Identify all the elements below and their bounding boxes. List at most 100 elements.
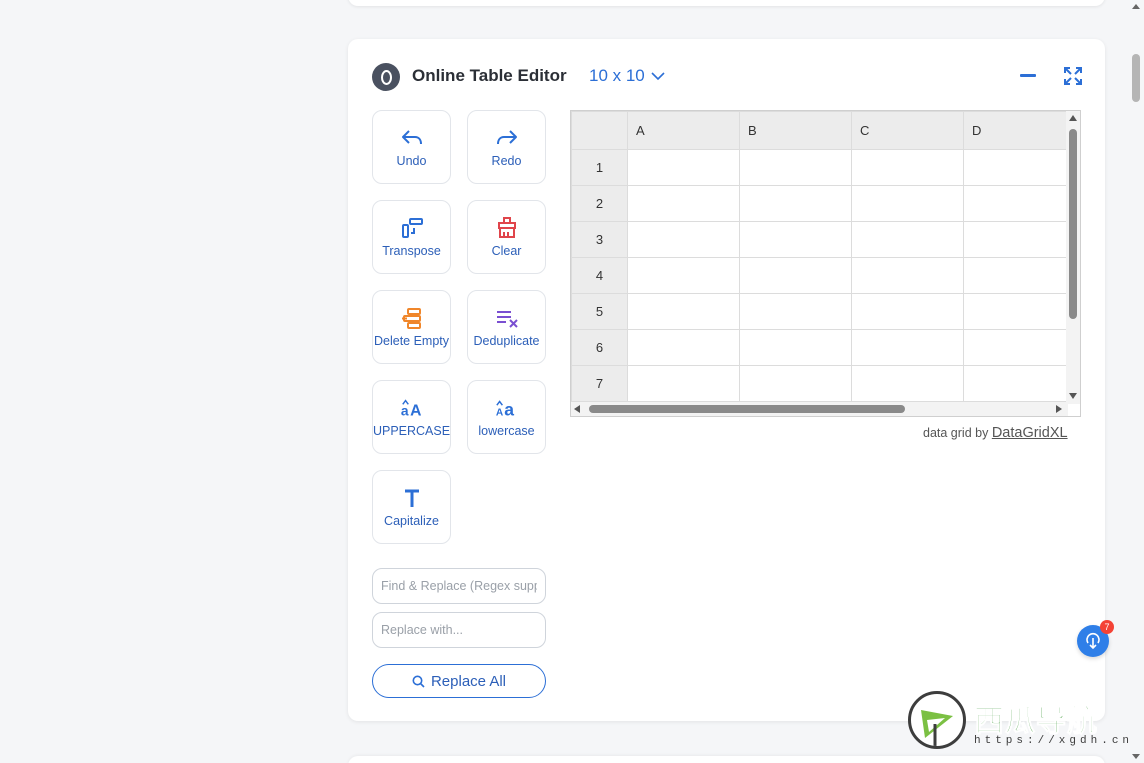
lowercase-icon: Aa <box>495 396 519 420</box>
row-header[interactable]: 7 <box>571 365 628 402</box>
grid-cell[interactable] <box>963 149 1076 186</box>
table-row: 4 <box>571 257 1076 294</box>
fullscreen-icon[interactable] <box>1064 67 1082 85</box>
column-header-d[interactable]: D <box>963 111 1076 150</box>
scroll-up-arrow-icon[interactable] <box>1069 115 1077 121</box>
svg-text:a: a <box>504 399 514 419</box>
uppercase-button[interactable]: aA UPPERCASE <box>372 380 451 454</box>
grid-cell[interactable] <box>963 185 1076 222</box>
next-card <box>348 756 1105 763</box>
grid-vertical-scrollbar[interactable] <box>1066 111 1080 404</box>
grid-horizontal-scroll-thumb[interactable] <box>589 405 905 413</box>
clear-button[interactable]: Clear <box>467 200 546 274</box>
grid-cell[interactable] <box>627 185 740 222</box>
grid-cell[interactable] <box>627 257 740 294</box>
deduplicate-label: Deduplicate <box>473 334 540 348</box>
scroll-right-arrow-icon[interactable] <box>1056 405 1062 413</box>
table-row: 3 <box>571 221 1076 258</box>
scroll-left-arrow-icon[interactable] <box>574 405 580 413</box>
deduplicate-icon <box>495 306 519 330</box>
transpose-icon <box>400 216 424 240</box>
column-header-c[interactable]: C <box>851 111 964 150</box>
row-header[interactable]: 2 <box>571 185 628 222</box>
redo-button[interactable]: Redo <box>467 110 546 184</box>
delete-empty-label: Delete Empty <box>373 334 450 348</box>
page-scrollbar[interactable] <box>1128 0 1144 763</box>
grid-cell[interactable] <box>739 149 852 186</box>
grid-size-dropdown[interactable]: 10 x 10 <box>589 66 665 86</box>
minimize-button[interactable] <box>1020 74 1036 77</box>
grid-cell[interactable] <box>851 257 964 294</box>
grid-cell[interactable] <box>963 365 1076 402</box>
grid-cell[interactable] <box>739 365 852 402</box>
grid-cell[interactable] <box>963 329 1076 366</box>
row-header[interactable]: 1 <box>571 149 628 186</box>
row-header[interactable]: 5 <box>571 293 628 330</box>
grid-credit-text: data grid by <box>923 426 989 440</box>
page-scroll-up-arrow-icon[interactable] <box>1132 4 1140 9</box>
column-header-a[interactable]: A <box>627 111 740 150</box>
page-scroll-down-arrow-icon[interactable] <box>1132 754 1140 759</box>
table-row: 7 <box>571 365 1076 402</box>
redo-label: Redo <box>491 154 522 168</box>
svg-text:A: A <box>495 407 503 418</box>
grid-cell[interactable] <box>627 293 740 330</box>
find-input[interactable] <box>372 568 546 604</box>
grid-cell[interactable] <box>963 221 1076 258</box>
grid-cell[interactable] <box>851 365 964 402</box>
clear-label: Clear <box>491 244 522 258</box>
previous-card <box>348 0 1105 6</box>
capitalize-button[interactable]: Capitalize <box>372 470 451 544</box>
datagridxl-link[interactable]: DataGridXL <box>992 425 1068 441</box>
undo-button[interactable]: Undo <box>372 110 451 184</box>
replace-all-button[interactable]: Replace All <box>372 664 546 698</box>
tool-title: Online Table Editor <box>412 66 567 85</box>
grid-cell[interactable] <box>739 221 852 258</box>
grid-cell[interactable] <box>627 365 740 402</box>
table-row: 6 <box>571 329 1076 366</box>
grid-cell[interactable] <box>627 329 740 366</box>
grid-cell[interactable] <box>739 185 852 222</box>
table-row: 1 <box>571 149 1076 186</box>
download-icon <box>1086 632 1100 650</box>
grid-horizontal-scrollbar[interactable] <box>571 402 1068 416</box>
watermark-brand: 西瓜导航 <box>974 705 1098 739</box>
replace-all-label: Replace All <box>430 672 507 690</box>
lowercase-button[interactable]: Aa lowercase <box>467 380 546 454</box>
scroll-down-arrow-icon[interactable] <box>1069 393 1077 399</box>
lowercase-label: lowercase <box>478 424 535 438</box>
search-icon <box>412 675 425 688</box>
grid-cell[interactable] <box>851 293 964 330</box>
grid-cell[interactable] <box>963 293 1076 330</box>
tool-logo-icon <box>372 63 400 91</box>
grid-table: A B C D 1 2 3 4 5 6 7 <box>571 111 1076 402</box>
page-scroll-thumb[interactable] <box>1132 54 1140 102</box>
grid-cell[interactable] <box>739 329 852 366</box>
watermark-url: https://xgdh.cn <box>974 735 1134 747</box>
grid-vertical-scroll-thumb[interactable] <box>1069 129 1077 319</box>
grid-cell[interactable] <box>627 149 740 186</box>
row-header[interactable]: 4 <box>571 257 628 294</box>
grid-cell[interactable] <box>739 293 852 330</box>
row-header[interactable]: 3 <box>571 221 628 258</box>
grid-cell[interactable] <box>627 221 740 258</box>
deduplicate-button[interactable]: Deduplicate <box>467 290 546 364</box>
column-header-b[interactable]: B <box>739 111 852 150</box>
table-row: 2 <box>571 185 1076 222</box>
delete-empty-button[interactable]: Delete Empty <box>372 290 451 364</box>
transpose-label: Transpose <box>382 244 441 258</box>
capitalize-icon <box>400 486 424 510</box>
grid-cell[interactable] <box>851 221 964 258</box>
grid-cell[interactable] <box>851 329 964 366</box>
notification-badge: 7 <box>1100 620 1114 634</box>
grid-cell[interactable] <box>851 149 964 186</box>
data-grid[interactable]: A B C D 1 2 3 4 5 6 7 <box>570 110 1081 417</box>
grid-cell[interactable] <box>739 257 852 294</box>
row-header[interactable]: 6 <box>571 329 628 366</box>
watermark-logo-icon <box>908 691 966 749</box>
replace-input[interactable] <box>372 612 546 648</box>
transpose-button[interactable]: Transpose <box>372 200 451 274</box>
grid-cell[interactable] <box>851 185 964 222</box>
grid-cell[interactable] <box>963 257 1076 294</box>
grid-corner-cell[interactable] <box>571 111 628 150</box>
